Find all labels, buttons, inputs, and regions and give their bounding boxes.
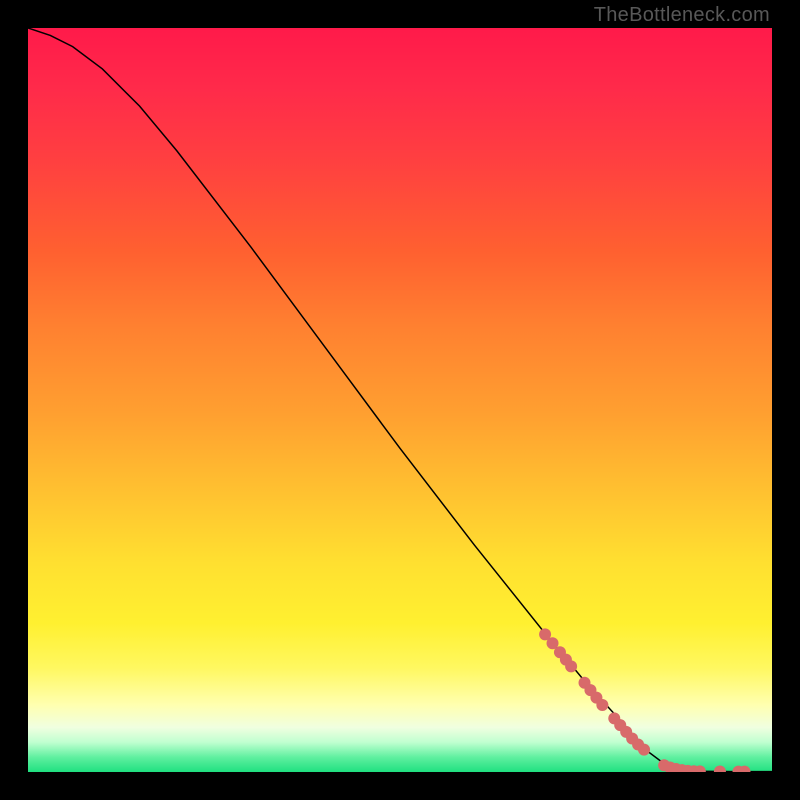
watermark-text: TheBottleneck.com — [594, 4, 770, 27]
data-marker — [596, 699, 608, 711]
bottleneck-curve — [28, 28, 772, 772]
data-marker — [714, 766, 726, 772]
data-marker — [565, 660, 577, 672]
data-marker — [638, 744, 650, 756]
chart-frame — [0, 0, 800, 800]
curve-layer — [28, 28, 772, 772]
plot-area — [28, 28, 772, 772]
